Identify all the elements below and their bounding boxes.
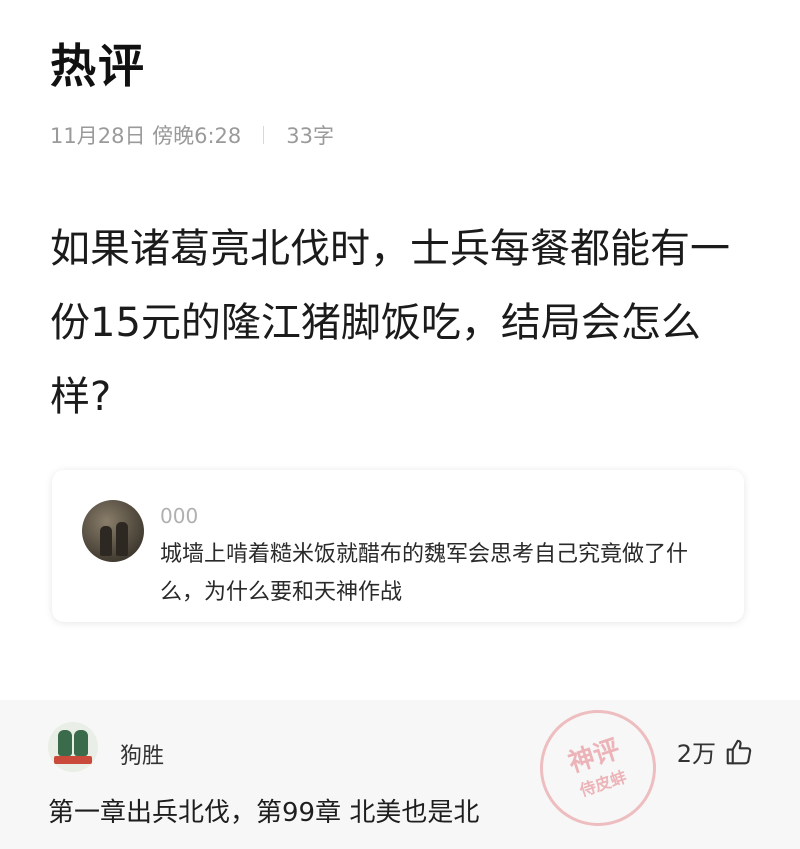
watermark-stamp: 神评 侍皮蚌 bbox=[524, 694, 672, 842]
post-meta: 11月28日 傍晚6:28 33字 bbox=[50, 120, 334, 150]
avatar-figure bbox=[100, 526, 112, 556]
comment-text: 第一章出兵北伐，第99章 北美也是北 bbox=[48, 798, 480, 828]
quoted-comment-text: 城墙上啃着糙米饭就醋布的魏军会思考自己究竟做了什么，为什么要和天神作战 bbox=[160, 542, 689, 605]
like-button[interactable]: 2万 bbox=[677, 734, 754, 769]
quoted-comment-card[interactable]: 000 城墙上啃着糙米饭就醋布的魏军会思考自己究竟做了什么，为什么要和天神作战 bbox=[52, 470, 744, 622]
avatar[interactable] bbox=[82, 500, 144, 562]
avatar-figure bbox=[116, 522, 128, 556]
thumbs-up-icon bbox=[726, 739, 752, 764]
meta-divider bbox=[263, 126, 265, 144]
question-text: 如果诸葛亮北伐时，士兵每餐都能有一份15元的隆江猪脚饭吃，结局会怎么样? bbox=[50, 226, 730, 420]
hot-comment: 狗胜 神评 侍皮蚌 2万 第一章出兵北伐，第99章 北美也是北 bbox=[0, 694, 800, 849]
page-title: 热评 bbox=[50, 39, 146, 93]
avatar-figure bbox=[58, 730, 72, 756]
like-count: 2万 bbox=[676, 740, 716, 768]
commenter-avatar[interactable] bbox=[48, 722, 98, 772]
word-count: 33字 bbox=[286, 124, 335, 148]
page: 热评 11月28日 傍晚6:28 33字 如果诸葛亮北伐时，士兵每餐都能有一份1… bbox=[0, 0, 800, 849]
post-date: 11月28日 傍晚6:28 bbox=[50, 124, 242, 148]
avatar-banner bbox=[54, 756, 92, 764]
commenter-username[interactable]: 狗胜 bbox=[120, 738, 164, 770]
quoted-username[interactable]: 000 bbox=[160, 504, 198, 528]
avatar-figure bbox=[74, 730, 88, 756]
